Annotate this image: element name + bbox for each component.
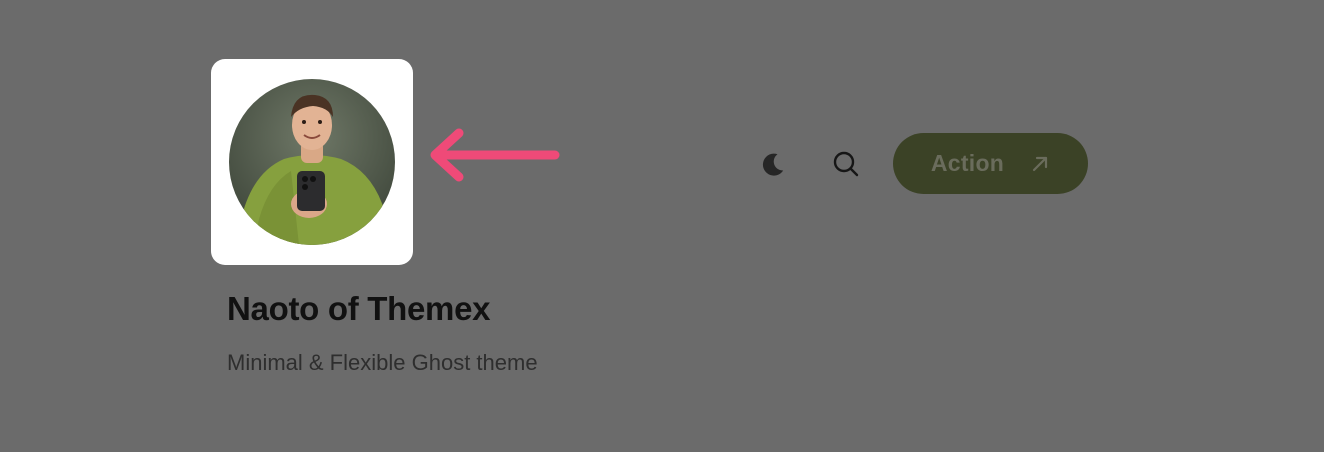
site-logo[interactable] xyxy=(211,59,413,265)
site-description: Minimal & Flexible Ghost theme xyxy=(227,350,538,375)
site-title: Naoto of Themex xyxy=(227,290,491,327)
action-button[interactable]: Action xyxy=(893,133,1088,194)
arrow-up-right-icon xyxy=(1030,154,1050,174)
arrow-left-icon xyxy=(430,128,560,182)
search-icon xyxy=(833,151,859,177)
search-button[interactable] xyxy=(825,143,867,185)
moon-icon xyxy=(762,153,784,176)
avatar xyxy=(229,79,395,245)
action-button-label: Action xyxy=(930,150,1005,176)
theme-toggle-button[interactable] xyxy=(752,143,794,185)
